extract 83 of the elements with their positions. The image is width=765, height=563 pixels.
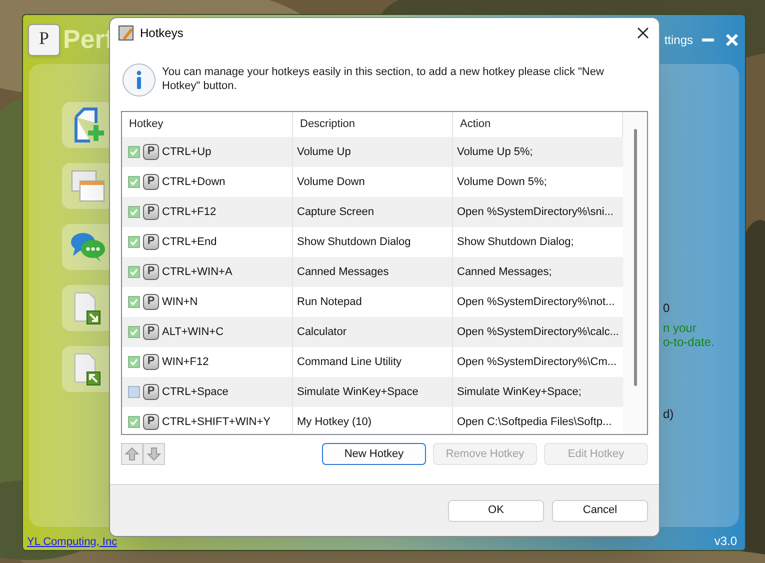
- dialog-title: Hotkeys: [140, 25, 184, 42]
- status-text: d): [663, 407, 674, 422]
- hotkey-cell-text: WIN+F12: [162, 354, 209, 370]
- hotkey-cell-text: CTRL+Down: [162, 174, 226, 190]
- key-icon: P: [143, 234, 159, 250]
- company-link[interactable]: YL Computing, Inc: [27, 534, 118, 550]
- info-icon: [122, 63, 156, 97]
- description-cell-text: Volume Down: [297, 174, 365, 190]
- footer-button[interactable]: OK: [448, 500, 544, 522]
- description-cell-text: Simulate WinKey+Space: [297, 384, 418, 400]
- key-icon: P: [143, 204, 159, 220]
- checkbox[interactable]: [128, 176, 140, 188]
- key-icon: P: [143, 264, 159, 280]
- checkbox[interactable]: [128, 416, 140, 428]
- close-icon[interactable]: [637, 27, 649, 39]
- checkbox[interactable]: [128, 356, 140, 368]
- down-arrow-icon: [147, 447, 161, 461]
- action-button[interactable]: New Hotkey: [322, 443, 426, 465]
- move-down-button[interactable]: [143, 443, 165, 465]
- key-icon: P: [143, 144, 159, 160]
- action-cell-text: Open %SystemDirectory%\sni...: [457, 204, 614, 220]
- check-icon: [130, 178, 138, 186]
- check-icon: [130, 418, 138, 426]
- check-icon: [130, 328, 138, 336]
- action-cell-text: Volume Down 5%;: [457, 174, 547, 190]
- checkbox[interactable]: [128, 206, 140, 218]
- action-cell-text: Volume Up 5%;: [457, 144, 533, 160]
- check-icon: [130, 238, 138, 246]
- hotkey-cell-text: CTRL+SHIFT+WIN+Y: [162, 414, 270, 430]
- up-arrow-icon: [125, 447, 139, 461]
- chat-bubbles-icon: [69, 230, 107, 264]
- hotkey-cell-text: CTRL+Space: [162, 384, 228, 400]
- hotkey-cell-text: WIN+N: [162, 294, 198, 310]
- action-cell-text: Show Shutdown Dialog;: [457, 234, 574, 250]
- checkbox[interactable]: [128, 326, 140, 338]
- info-text: You can manage your hotkeys easily in this section, to add a new hotkey please click "New Hotkey" button.: [162, 65, 605, 93]
- action-cell-text: Open %SystemDirectory%\Cm...: [457, 354, 617, 370]
- action-cell-text: Open C:\Softpedia Files\Softp...: [457, 414, 612, 430]
- hotkey-cell-text: CTRL+F12: [162, 204, 216, 220]
- status-text: o-to-date.: [663, 335, 714, 350]
- checkbox[interactable]: [128, 236, 140, 248]
- key-icon: P: [143, 294, 159, 310]
- hotkey-cell-text: CTRL+Up: [162, 144, 212, 160]
- hotkey-cell-text: ALT+WIN+C: [162, 324, 224, 340]
- description-cell-text: My Hotkey (10): [297, 414, 372, 430]
- description-cell-text: Command Line Utility: [297, 354, 402, 370]
- key-icon: P: [143, 324, 159, 340]
- footer-button[interactable]: Cancel: [552, 500, 648, 522]
- hotkey-cell-text: CTRL+End: [162, 234, 217, 250]
- key-icon: P: [143, 354, 159, 370]
- action-cell-text: Canned Messages;: [457, 264, 552, 280]
- description-cell-text: Show Shutdown Dialog: [297, 234, 411, 250]
- key-icon: P: [143, 414, 159, 430]
- check-icon: [130, 298, 138, 306]
- document-arrow-icon: [73, 291, 103, 326]
- action-cell-text: Open %SystemDirectory%\not...: [457, 294, 615, 310]
- key-icon: P: [143, 384, 159, 400]
- hotkey-app-icon: [118, 25, 134, 41]
- hotkey-cell-text: CTRL+WIN+A: [162, 264, 232, 280]
- check-icon: [130, 268, 138, 276]
- key-icon: P: [143, 174, 159, 190]
- description-cell-text: Capture Screen: [297, 204, 374, 220]
- check-icon: [130, 148, 138, 156]
- description-cell-text: Run Notepad: [297, 294, 362, 310]
- checkbox[interactable]: [128, 386, 140, 398]
- scrollbar[interactable]: [623, 112, 647, 434]
- version-label: v3.0: [714, 533, 737, 550]
- document-arrow-icon: [73, 352, 103, 386]
- description-cell-text: Volume Up: [297, 144, 351, 160]
- action-cell-text: Open %SystemDirectory%\calc...: [457, 324, 619, 340]
- checkbox[interactable]: [128, 146, 140, 158]
- check-icon: [130, 358, 138, 366]
- checkbox[interactable]: [128, 266, 140, 278]
- status-text: n your: [663, 321, 696, 336]
- checkbox[interactable]: [128, 296, 140, 308]
- move-up-button[interactable]: [121, 443, 143, 465]
- status-text: 0: [663, 301, 670, 316]
- description-cell-text: Canned Messages: [297, 264, 389, 280]
- description-cell-text: Calculator: [297, 324, 347, 340]
- check-icon: [130, 208, 138, 216]
- logo-key: P: [28, 24, 60, 56]
- windows-icon: [70, 169, 106, 204]
- action-cell-text: Simulate WinKey+Space;: [457, 384, 582, 400]
